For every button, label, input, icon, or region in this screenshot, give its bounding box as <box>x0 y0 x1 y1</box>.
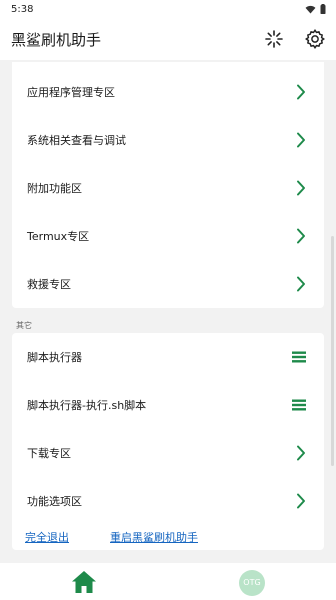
menu-icon <box>292 399 306 411</box>
restart-link[interactable]: 重启黑鲨刷机助手 <box>110 529 198 545</box>
menu-item-label: 下载专区 <box>27 447 71 460</box>
menu-item-rescue[interactable]: 救援专区 <box>12 260 324 308</box>
menu-item-label: 附加功能区 <box>27 182 82 195</box>
app-title: 黑鲨刷机助手 <box>11 31 102 49</box>
chevron-right-icon <box>297 180 305 196</box>
menu-item-termux[interactable]: Termux专区 <box>12 212 324 260</box>
menu-item-label: 脚本执行器 <box>27 351 82 364</box>
loading-button[interactable] <box>263 28 285 50</box>
settings-button[interactable] <box>304 28 326 50</box>
chevron-right-icon <box>297 276 305 292</box>
menu-item-label: 功能选项区 <box>27 495 82 508</box>
wifi-icon <box>305 5 316 14</box>
menu-item-app-management[interactable]: 应用程序管理专区 <box>12 68 324 116</box>
gear-icon <box>305 29 325 49</box>
menu-item-options[interactable]: 功能选项区 <box>12 477 324 525</box>
exit-link[interactable]: 完全退出 <box>25 529 69 545</box>
nav-home-button[interactable] <box>71 570 97 594</box>
loading-spinner-icon <box>265 30 283 48</box>
bottom-nav: OTG <box>0 563 336 600</box>
section-label-other: 其它 <box>16 321 32 330</box>
app-bar: 黑鲨刷机助手 <box>0 20 336 60</box>
menu-item-label: 系统相关查看与调试 <box>27 134 126 147</box>
chevron-right-icon <box>297 493 305 509</box>
status-time: 5:38 <box>11 4 34 15</box>
chevron-right-icon <box>297 445 305 461</box>
other-menu-card: 脚本执行器 脚本执行器-执行.sh脚本 下载专区 功能选项区 <box>12 333 324 550</box>
chevron-right-icon <box>297 228 305 244</box>
battery-icon <box>320 4 326 14</box>
menu-icon <box>292 351 306 363</box>
menu-item-label: 应用程序管理专区 <box>27 86 115 99</box>
menu-item-script-runner[interactable]: 脚本执行器 <box>12 333 324 381</box>
menu-item-extra-features[interactable]: 附加功能区 <box>12 164 324 212</box>
menu-item-label: 脚本执行器-执行.sh脚本 <box>27 399 147 412</box>
scrollbar[interactable] <box>331 236 334 466</box>
home-icon <box>72 571 96 593</box>
menu-item-downloads[interactable]: 下载专区 <box>12 429 324 477</box>
chevron-right-icon <box>297 84 305 100</box>
menu-item-label: Termux专区 <box>27 230 90 243</box>
menu-item-script-runner-sh[interactable]: 脚本执行器-执行.sh脚本 <box>12 381 324 429</box>
nav-otg-button[interactable]: OTG <box>239 570 265 596</box>
status-icons <box>305 4 326 14</box>
menu-item-label: 救援专区 <box>27 278 71 291</box>
main-menu-card: 应用程序管理专区 系统相关查看与调试 附加功能区 Termux专区 救援专区 <box>12 62 324 308</box>
menu-item-system-debug[interactable]: 系统相关查看与调试 <box>12 116 324 164</box>
status-bar: 5:38 <box>0 0 336 20</box>
chevron-right-icon <box>297 132 305 148</box>
